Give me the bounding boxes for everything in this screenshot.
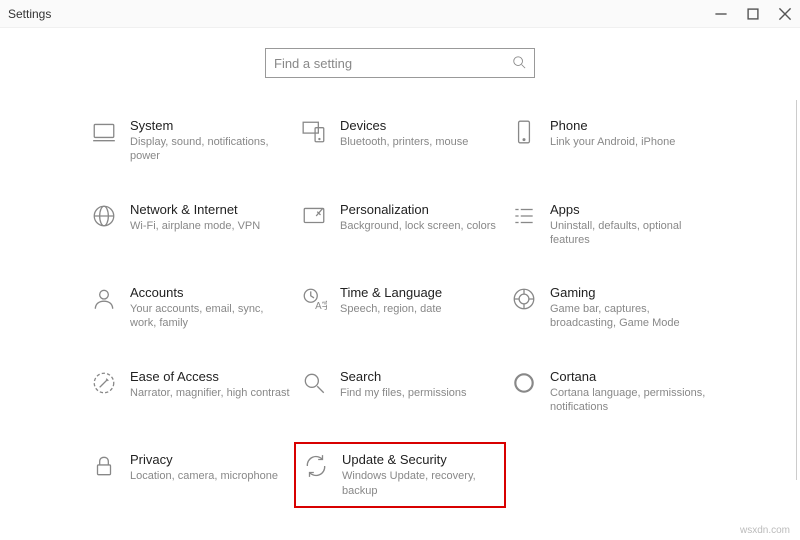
tile-title: Phone (550, 118, 675, 133)
personalization-icon (300, 202, 328, 230)
phone-icon (510, 118, 538, 146)
tile-title: Devices (340, 118, 468, 133)
tile-desc: Location, camera, microphone (130, 469, 278, 483)
tile-personalization[interactable]: Personalization Background, lock screen,… (300, 202, 500, 248)
tile-title: Update & Security (342, 452, 498, 467)
gaming-icon (510, 285, 538, 313)
search-input[interactable] (274, 56, 512, 71)
search-tile-icon (300, 369, 328, 397)
tile-desc: Speech, region, date (340, 302, 442, 316)
maximize-icon[interactable] (746, 7, 760, 21)
tile-title: Search (340, 369, 467, 384)
tile-desc: Narrator, magnifier, high contrast (130, 386, 290, 400)
tile-desc: Windows Update, recovery, backup (342, 469, 498, 498)
tile-update-security[interactable]: Update & Security Windows Update, recove… (294, 442, 506, 508)
window-controls (714, 7, 792, 21)
tile-network[interactable]: Network & Internet Wi-Fi, airplane mode,… (90, 202, 290, 248)
tile-desc: Link your Android, iPhone (550, 135, 675, 149)
title-bar: Settings (0, 0, 800, 28)
tile-title: Apps (550, 202, 710, 217)
tile-title: Privacy (130, 452, 278, 467)
search-wrap (0, 48, 800, 78)
tile-desc: Cortana language, permissions, notificat… (550, 386, 710, 415)
settings-grid: System Display, sound, notifications, po… (0, 118, 800, 498)
tile-title: Accounts (130, 285, 290, 300)
tile-title: Ease of Access (130, 369, 290, 384)
svg-text:A字: A字 (315, 299, 327, 312)
window-title: Settings (8, 7, 51, 21)
tile-desc: Find my files, permissions (340, 386, 467, 400)
apps-icon (510, 202, 538, 230)
tile-accounts[interactable]: Accounts Your accounts, email, sync, wor… (90, 285, 290, 331)
tile-desc: Background, lock screen, colors (340, 219, 496, 233)
update-icon (302, 452, 330, 480)
tile-gaming[interactable]: Gaming Game bar, captures, broadcasting,… (510, 285, 710, 331)
tile-apps[interactable]: Apps Uninstall, defaults, optional featu… (510, 202, 710, 248)
search-box[interactable] (265, 48, 535, 78)
watermark: wsxdn.com (740, 525, 790, 536)
tile-search[interactable]: Search Find my files, permissions (300, 369, 500, 415)
tile-cortana[interactable]: Cortana Cortana language, permissions, n… (510, 369, 710, 415)
tile-desc: Bluetooth, printers, mouse (340, 135, 468, 149)
tile-desc: Your accounts, email, sync, work, family (130, 302, 290, 331)
lock-icon (90, 452, 118, 480)
minimize-icon[interactable] (714, 7, 728, 21)
tile-devices[interactable]: Devices Bluetooth, printers, mouse (300, 118, 500, 164)
tile-title: Network & Internet (130, 202, 260, 217)
tile-title: Personalization (340, 202, 496, 217)
globe-icon (90, 202, 118, 230)
time-language-icon: A字 (300, 285, 328, 313)
system-icon (90, 118, 118, 146)
close-icon[interactable] (778, 7, 792, 21)
tile-title: Time & Language (340, 285, 442, 300)
tile-desc: Display, sound, notifications, power (130, 135, 290, 164)
tile-privacy[interactable]: Privacy Location, camera, microphone (90, 452, 290, 498)
tile-system[interactable]: System Display, sound, notifications, po… (90, 118, 290, 164)
ease-of-access-icon (90, 369, 118, 397)
tile-title: System (130, 118, 290, 133)
devices-icon (300, 118, 328, 146)
tile-desc: Uninstall, defaults, optional features (550, 219, 710, 248)
tile-time-language[interactable]: A字 Time & Language Speech, region, date (300, 285, 500, 331)
cortana-icon (510, 369, 538, 397)
tile-phone[interactable]: Phone Link your Android, iPhone (510, 118, 710, 164)
accounts-icon (90, 285, 118, 313)
tile-desc: Game bar, captures, broadcasting, Game M… (550, 302, 710, 331)
search-icon (512, 55, 526, 72)
tile-ease-of-access[interactable]: Ease of Access Narrator, magnifier, high… (90, 369, 290, 415)
scrollbar[interactable] (796, 100, 797, 480)
tile-desc: Wi-Fi, airplane mode, VPN (130, 219, 260, 233)
tile-title: Cortana (550, 369, 710, 384)
tile-title: Gaming (550, 285, 710, 300)
